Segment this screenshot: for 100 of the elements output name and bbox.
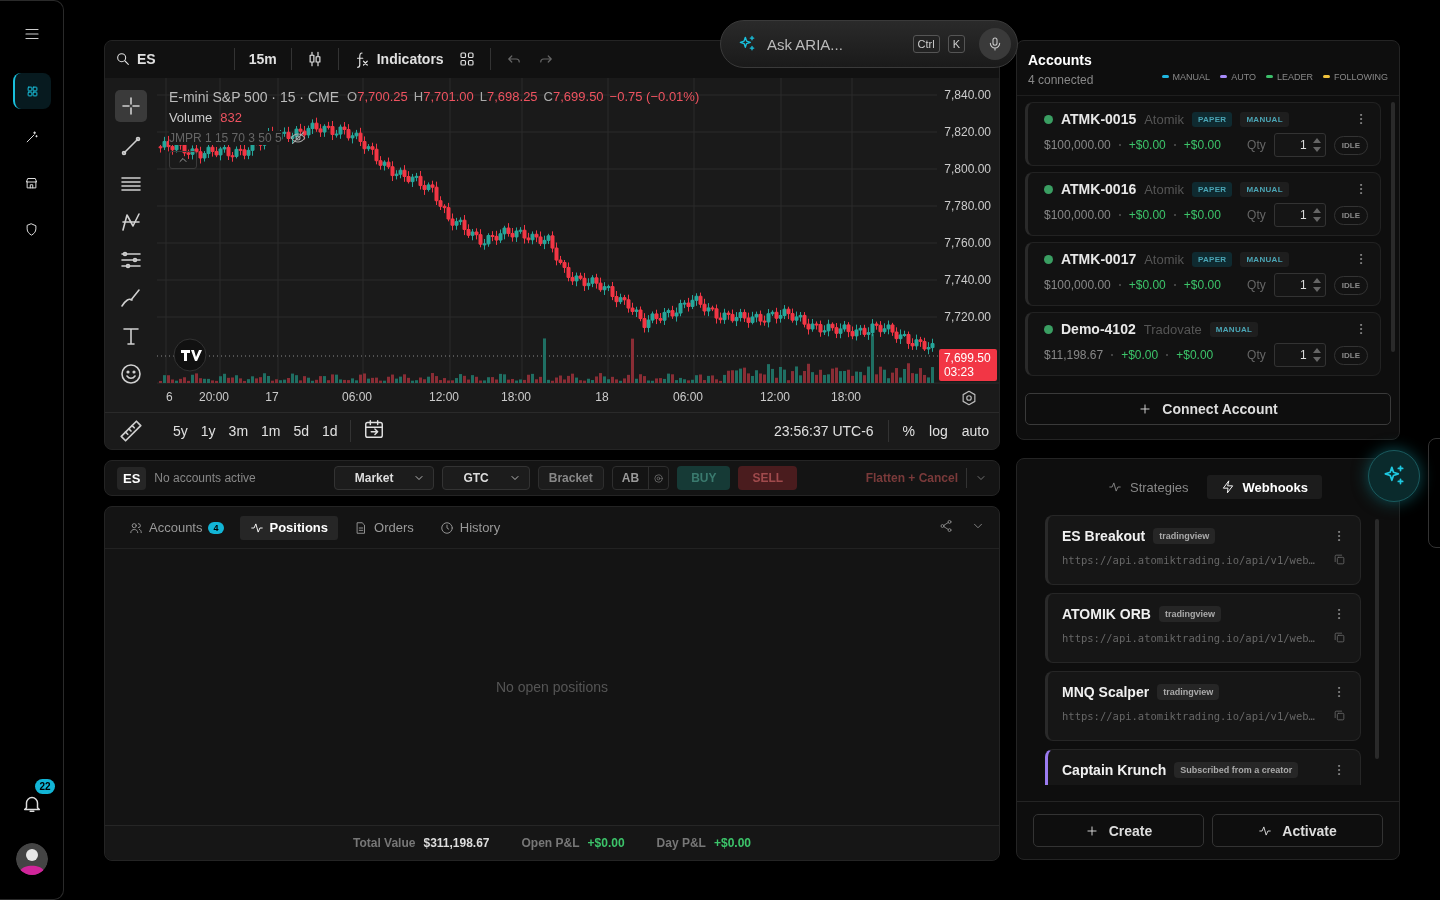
price-label: 7,760.00 xyxy=(944,236,991,250)
tab[interactable]: Orders xyxy=(344,515,424,540)
tab[interactable]: Webhooks xyxy=(1206,475,1322,499)
day-pnl: +$0.00 xyxy=(1183,278,1221,292)
ohlc-value: H7,701.00 xyxy=(413,89,474,105)
price-label: 7,740.00 xyxy=(944,273,991,287)
volume-value: 832 xyxy=(220,110,242,125)
avatar[interactable] xyxy=(15,843,48,875)
price-change: −0.75 (−0.01%) xyxy=(609,89,700,105)
range-button[interactable]: 5y xyxy=(173,423,188,439)
range-button[interactable]: 3m xyxy=(228,423,249,439)
collapse-button[interactable] xyxy=(168,151,197,169)
range-button[interactable]: 1d xyxy=(322,423,338,439)
ohlc-value: O7,700.25 xyxy=(347,89,408,105)
range-button[interactable]: 5d xyxy=(293,423,310,439)
symbol-search[interactable]: ES xyxy=(115,51,156,68)
lightning-icon xyxy=(1220,480,1235,494)
microphone-button[interactable] xyxy=(979,28,1011,60)
grid-icon xyxy=(25,83,40,99)
assistant-button[interactable] xyxy=(1368,450,1420,502)
scale-button[interactable]: % xyxy=(902,423,916,439)
time-label: 18:00 xyxy=(500,390,531,404)
qty-field[interactable]: 1 xyxy=(1273,343,1326,367)
account-card[interactable]: ATMK-0015 Atomik PAPER MANUAL $100,000.00 +$0.00 +$0.00 Qty 1 IDLE xyxy=(1025,102,1381,166)
status-dot xyxy=(1044,254,1053,264)
strategy-card[interactable]: Captain Krunch Subscribed from a creator xyxy=(1045,749,1361,785)
day-pnl: +$0.00 xyxy=(1183,208,1221,222)
qty-label: Qty xyxy=(1247,138,1266,152)
scale-button[interactable]: log xyxy=(929,423,948,439)
scale-button[interactable]: auto xyxy=(961,423,989,439)
tab[interactable]: Strategies xyxy=(1093,475,1203,499)
layout-button[interactable] xyxy=(457,50,476,69)
strategy-card[interactable]: ES Breakout tradingview https://api.atomiktrading.io/api/v1/web… xyxy=(1045,515,1361,585)
tab[interactable]: Accounts 4 xyxy=(119,515,234,540)
create-button[interactable]: Create xyxy=(1033,814,1204,847)
price-label: 7,720.00 xyxy=(944,310,991,324)
tab[interactable]: Positions xyxy=(239,515,338,540)
time-label: 6 xyxy=(165,390,173,404)
time-label: 06:00 xyxy=(672,390,703,404)
range-button[interactable]: 1y xyxy=(200,423,216,439)
logo-icon[interactable] xyxy=(172,338,207,372)
activate-button[interactable]: Activate xyxy=(1212,814,1383,847)
account-card[interactable]: ATMK-0016 Atomik PAPER MANUAL $100,000.00 +$0.00 +$0.00 Qty 1 IDLE xyxy=(1025,172,1381,236)
qty-field[interactable]: 1 xyxy=(1273,273,1326,297)
store-icon xyxy=(24,175,39,191)
price-label: 7,840.00 xyxy=(944,88,991,102)
price-label: 7,820.00 xyxy=(944,125,991,139)
settings-icon xyxy=(653,472,665,484)
account-balance: $100,000.00 xyxy=(1044,138,1111,152)
connect-account-button[interactable]: Connect Account xyxy=(1025,393,1391,425)
range-button[interactable]: 1m xyxy=(261,423,281,439)
qty-label: Qty xyxy=(1247,348,1266,362)
shield-icon xyxy=(24,221,39,237)
time-in-force-select[interactable]: GTC xyxy=(442,466,530,490)
account-tag: PAPER xyxy=(1191,111,1233,127)
plus-icon xyxy=(1084,823,1099,838)
pulse-icon xyxy=(249,520,264,535)
empty-message: No open positions xyxy=(495,679,609,695)
strategy-card[interactable]: MNQ Scalper tradingview https://api.atomiktrading.io/api/v1/web… xyxy=(1045,671,1361,741)
ruler-icon xyxy=(118,418,144,444)
keyboard-key: Ctrl xyxy=(912,35,940,53)
sidebar-item[interactable] xyxy=(12,73,51,109)
keyboard-key: K xyxy=(947,35,965,53)
tab[interactable]: History xyxy=(429,515,511,540)
legend-label: FOLLOWING xyxy=(1334,71,1388,82)
account-card[interactable]: ATMK-0017 Atomik PAPER MANUAL $100,000.00 +$0.00 +$0.00 Qty 1 IDLE xyxy=(1025,242,1381,306)
bracket-button[interactable]: Bracket xyxy=(537,466,604,490)
time-label: 12:00 xyxy=(428,390,459,404)
copy-button[interactable] xyxy=(1333,553,1346,566)
ask-aria-input[interactable]: Ask ARIA... xyxy=(765,34,905,54)
indicators-button[interactable]: Indicators xyxy=(352,50,444,69)
strategy-name: Captain Krunch xyxy=(1062,762,1167,778)
account-tag: MANUAL xyxy=(1240,111,1289,127)
account-card[interactable]: Demo-4102 Tradovate MANUAL $11,198.67 +$0.00 +$0.00 Qty 1 IDLE xyxy=(1025,312,1381,376)
time-label: 12:00 xyxy=(759,390,790,404)
strategy-card[interactable]: ATOMIK ORB tradingview https://api.atomiktrading.io/api/v1/web… xyxy=(1045,593,1361,663)
qty-field[interactable]: 1 xyxy=(1273,133,1326,157)
volume-label: Volume xyxy=(168,110,213,125)
qty-field[interactable]: 1 xyxy=(1273,203,1326,227)
plus-icon xyxy=(1138,402,1153,416)
emoji-icon xyxy=(118,362,143,386)
copy-button[interactable] xyxy=(1333,631,1346,644)
interval-button[interactable]: 15m xyxy=(248,51,277,68)
drawing-tool[interactable] xyxy=(114,90,147,122)
chart-title: E-mini S&P 500 · 15 · CME xyxy=(168,89,340,105)
magic-wand-icon xyxy=(24,129,39,145)
copy-icon xyxy=(1333,631,1346,644)
copy-button[interactable] xyxy=(1333,709,1346,722)
brush-icon xyxy=(118,286,143,310)
notification-count: 22 xyxy=(35,779,55,794)
open-pnl: +$0.00 xyxy=(1128,138,1166,152)
webhook-url: https://api.atomiktrading.io/api/v1/web… xyxy=(1062,631,1315,644)
time-label: 17 xyxy=(265,390,279,404)
source-tag: tradingview xyxy=(1158,606,1221,622)
last-price: 7,699.50 xyxy=(943,351,992,365)
price-label: 7,800.00 xyxy=(944,162,991,176)
order-type-select[interactable]: Market xyxy=(333,466,435,490)
clock-icon xyxy=(439,520,454,535)
webhook-url: https://api.atomiktrading.io/api/v1/web… xyxy=(1062,553,1315,566)
document-icon xyxy=(354,520,368,535)
